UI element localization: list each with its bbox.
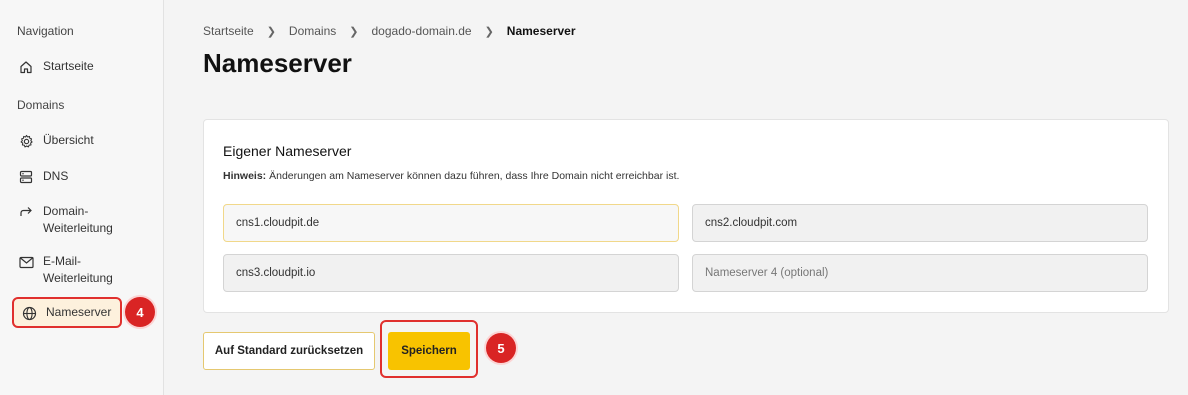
nameserver-3-input[interactable]	[223, 254, 679, 292]
sidebar-item-label: Domain-Weiterleitung	[43, 204, 113, 235]
server-icon	[17, 168, 35, 186]
hint-text: Hinweis: Änderungen am Nameserver können…	[223, 170, 679, 182]
chevron-right-icon: ❯	[349, 25, 359, 38]
reset-to-default-button[interactable]: Auf Standard zurücksetzen	[203, 332, 375, 370]
sidebar-item-email-weiterleitung[interactable]: E-Mail-Weiterleitung	[17, 253, 133, 287]
main-content: Startseite ❯ Domains ❯ dogado-domain.de …	[164, 0, 1188, 395]
chevron-right-icon: ❯	[266, 25, 276, 38]
step-marker-5: 5	[486, 333, 516, 363]
step-marker-4: 4	[125, 297, 155, 327]
breadcrumb: Startseite ❯ Domains ❯ dogado-domain.de …	[203, 24, 576, 38]
chevron-right-icon: ❯	[484, 25, 494, 38]
domains-heading: Domains	[17, 98, 65, 112]
nameserver-card: Eigener Nameserver Hinweis: Änderungen a…	[203, 119, 1169, 313]
sidebar-item-dns[interactable]: DNS	[17, 168, 133, 186]
gear-icon	[17, 132, 35, 150]
hint-label: Hinweis:	[223, 170, 267, 182]
breadcrumb-item[interactable]: dogado-domain.de	[372, 24, 472, 38]
breadcrumb-current: Nameserver	[506, 24, 576, 38]
breadcrumb-item[interactable]: Startseite	[203, 24, 254, 38]
page-title: Nameserver	[203, 48, 352, 78]
redirect-arrow-icon	[17, 203, 35, 221]
sidebar-item-startseite[interactable]: Startseite	[17, 58, 133, 76]
nameserver-2-input[interactable]	[692, 204, 1148, 242]
sidebar-item-label: DNS	[43, 169, 69, 183]
globe-icon	[20, 304, 38, 322]
save-button[interactable]: Speichern	[388, 332, 470, 370]
sidebar-item-domain-weiterleitung[interactable]: Domain-Weiterleitung	[17, 203, 133, 237]
mail-icon	[17, 253, 35, 271]
sidebar-item-nameserver[interactable]: Nameserver	[12, 297, 122, 328]
navigation-heading: Navigation	[17, 24, 74, 38]
home-icon	[17, 58, 35, 76]
sidebar-item-label: Übersicht	[43, 133, 94, 147]
nameserver-1-input[interactable]	[223, 204, 679, 242]
sidebar-item-uebersicht[interactable]: Übersicht	[17, 132, 133, 150]
nameserver-4-input[interactable]	[692, 254, 1148, 292]
sidebar-item-label: E-Mail-Weiterleitung	[43, 254, 113, 285]
sidebar-item-label: Startseite	[43, 59, 94, 73]
sidebar-item-label: Nameserver	[46, 305, 112, 319]
hint-message: Änderungen am Nameserver können dazu füh…	[266, 170, 680, 182]
card-title: Eigener Nameserver	[223, 143, 352, 159]
breadcrumb-item[interactable]: Domains	[289, 24, 336, 38]
sidebar: Navigation Startseite Domains Übersicht …	[0, 0, 164, 395]
